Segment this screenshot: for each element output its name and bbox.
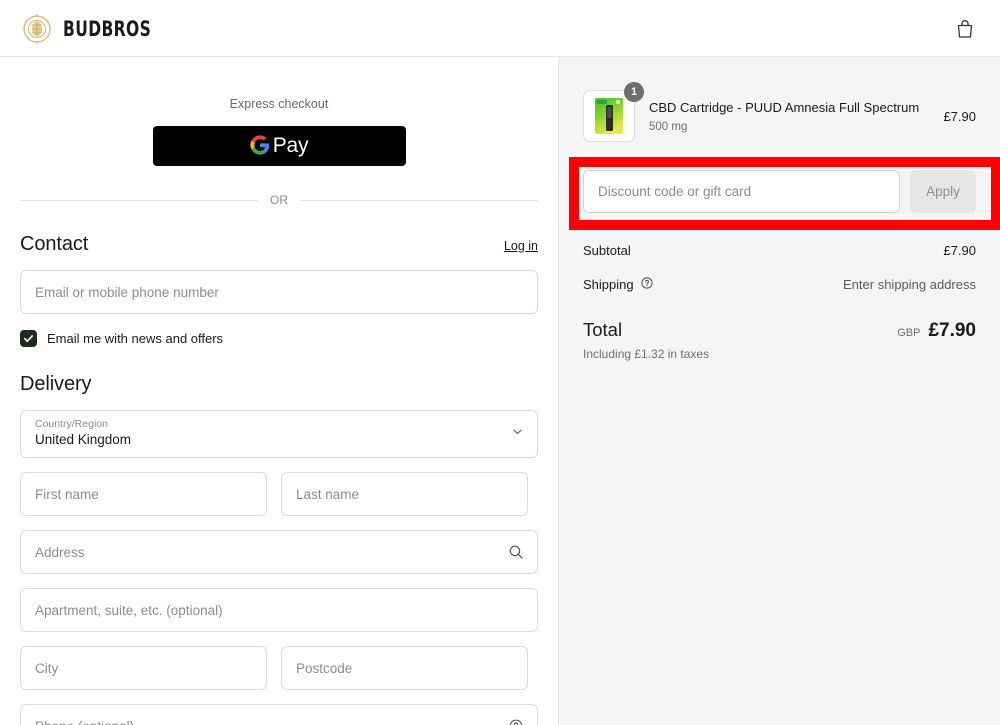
shipping-label: Shipping: [583, 277, 634, 292]
shipping-value: Enter shipping address: [843, 277, 976, 292]
totals-section: Subtotal £7.90 Shipping Enter shipping a…: [583, 243, 976, 361]
product-info: CBD Cartridge - PUUD Amnesia Full Spectr…: [649, 99, 943, 133]
subtotal-value: £7.90: [943, 243, 976, 258]
total-value: £7.90: [928, 320, 976, 341]
total-amount-wrap: GBP £7.90: [897, 320, 976, 342]
newsletter-checkbox-row[interactable]: Email me with news and offers: [20, 330, 538, 347]
total-currency: GBP: [897, 327, 921, 339]
city-postcode-row: City Postcode: [20, 632, 538, 690]
email-placeholder: Email or mobile phone number: [35, 284, 219, 300]
email-field[interactable]: Email or mobile phone number: [20, 270, 538, 314]
phone-placeholder: Phone (optional): [35, 719, 134, 725]
country-region-select[interactable]: Country/Region United Kingdom: [20, 410, 538, 458]
delivery-section-header: Delivery: [20, 373, 538, 396]
apartment-field[interactable]: Apartment, suite, etc. (optional): [20, 588, 538, 632]
google-pay-button[interactable]: Pay: [152, 126, 406, 166]
quantity-badge: 1: [624, 82, 644, 102]
discount-code-placeholder: Discount code or gift card: [598, 184, 752, 199]
chevron-down-icon: [511, 425, 524, 443]
product-thumbnail-wrap: 1: [583, 82, 644, 142]
contact-section-header: Contact Log in: [20, 233, 538, 256]
newsletter-checkbox[interactable]: [20, 330, 37, 347]
product-title: CBD Cartridge - PUUD Amnesia Full Spectr…: [649, 100, 920, 115]
apartment-placeholder: Apartment, suite, etc. (optional): [35, 602, 223, 618]
log-in-link[interactable]: Log in: [504, 239, 538, 253]
postcode-placeholder: Postcode: [296, 660, 353, 676]
phone-field[interactable]: Phone (optional): [20, 704, 538, 725]
last-name-field[interactable]: Last name: [281, 472, 528, 516]
delivery-title: Delivery: [20, 373, 92, 395]
brand-name: BUDBROS: [63, 17, 152, 41]
product-price: £7.90: [943, 108, 976, 124]
subtotal-label: Subtotal: [583, 243, 631, 258]
product-variant: 500 mg: [649, 121, 688, 133]
city-field[interactable]: City: [20, 646, 267, 690]
shipping-row: Shipping Enter shipping address: [583, 276, 976, 293]
help-circle-icon[interactable]: [640, 276, 654, 293]
last-name-placeholder: Last name: [296, 486, 360, 502]
search-icon[interactable]: [508, 544, 524, 560]
help-circle-icon[interactable]: [508, 718, 524, 725]
divider-line-right: [300, 199, 538, 201]
subtotal-row: Subtotal £7.90: [583, 243, 976, 258]
address-placeholder: Address: [35, 544, 85, 560]
or-text: OR: [270, 193, 288, 207]
gpay-label: Pay: [272, 134, 309, 157]
address-field[interactable]: Address: [20, 530, 538, 574]
brand-logo[interactable]: BUDBROS: [20, 12, 182, 46]
checkout-page: BUDBROS Express checkout Pay OR Contact …: [0, 0, 1000, 725]
total-label: Total: [583, 319, 623, 340]
apply-discount-button[interactable]: Apply: [910, 170, 976, 213]
order-summary-panel: 1 CBD Cartridge - PUUD Amnesia Full Spec…: [558, 57, 1000, 725]
express-checkout-label: Express checkout: [229, 97, 329, 111]
shipping-label-wrap: Shipping: [583, 276, 654, 293]
discount-code-input[interactable]: Discount code or gift card: [583, 170, 900, 213]
newsletter-label: Email me with news and offers: [47, 331, 224, 346]
country-value: United Kingdom: [35, 432, 132, 447]
tax-note: Including £1.32 in taxes: [583, 347, 710, 361]
or-divider: OR: [20, 193, 538, 207]
checkmark-icon: [24, 335, 33, 343]
country-label: Country/Region: [35, 418, 108, 430]
circular-bud-emblem-icon: [20, 12, 54, 46]
total-row: Total GBP £7.90: [583, 319, 976, 342]
order-line-item: 1 CBD Cartridge - PUUD Amnesia Full Spec…: [583, 82, 976, 142]
postcode-field[interactable]: Postcode: [281, 646, 528, 690]
shopping-bag-icon[interactable]: [952, 16, 978, 42]
divider-line-left: [20, 199, 258, 201]
first-name-field[interactable]: First name: [20, 472, 267, 516]
name-fields-row: First name Last name: [20, 458, 538, 516]
city-placeholder: City: [35, 660, 59, 676]
discount-code-row: Discount code or gift card Apply: [583, 170, 976, 213]
checkout-form-column: Express checkout Pay OR Contact Log in E…: [0, 57, 558, 725]
site-header: BUDBROS: [0, 0, 1000, 57]
google-g-icon: [250, 134, 270, 158]
first-name-placeholder: First name: [35, 486, 99, 502]
contact-title: Contact: [20, 233, 89, 255]
